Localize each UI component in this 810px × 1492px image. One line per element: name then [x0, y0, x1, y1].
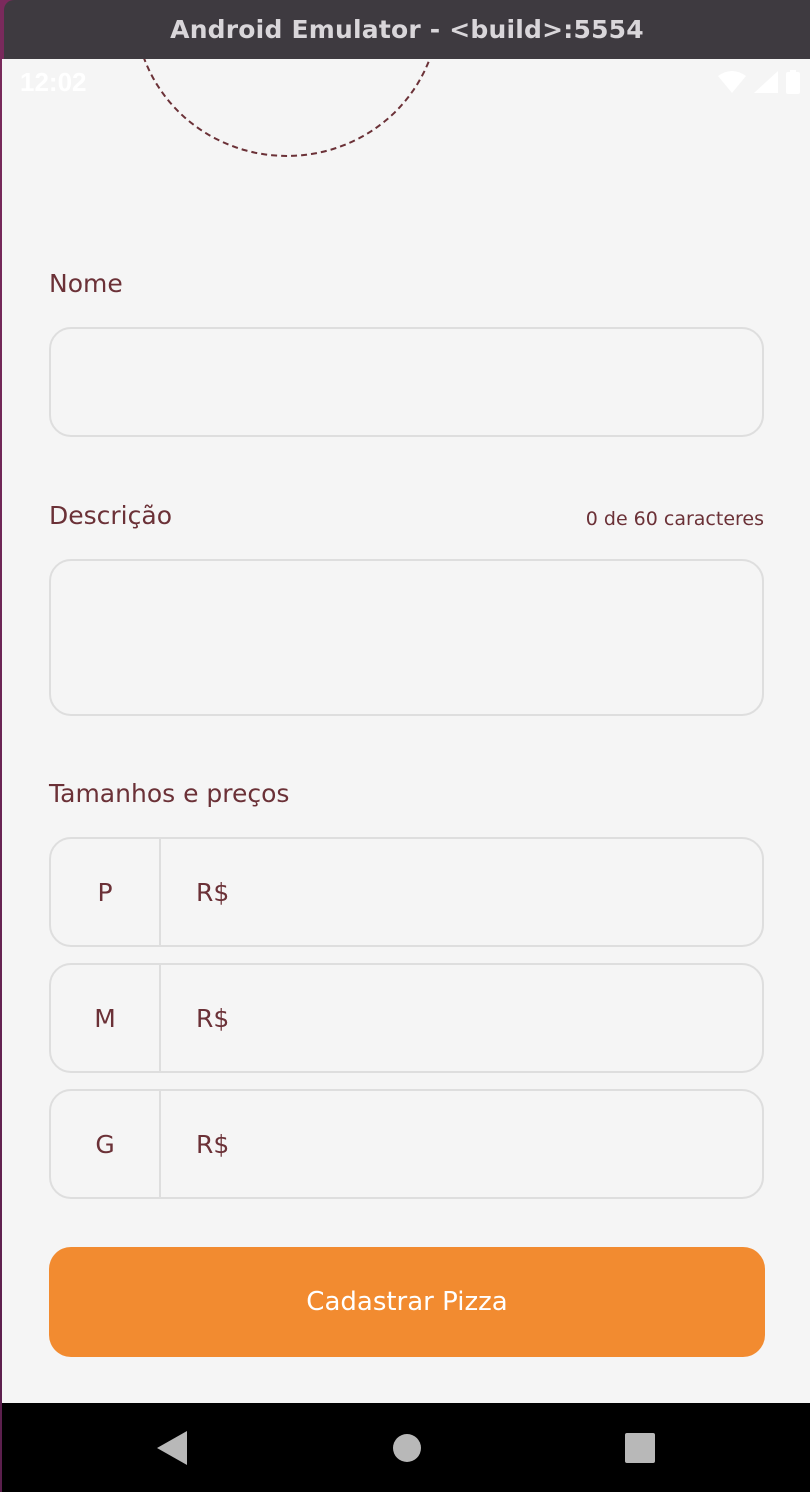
home-icon [393, 1433, 421, 1462]
home-button[interactable] [357, 1403, 457, 1492]
descricao-field[interactable] [49, 559, 764, 716]
window-title: Android Emulator - <build>:5554 [170, 15, 644, 44]
descricao-label: Descrição [49, 501, 172, 530]
back-icon [157, 1430, 187, 1465]
back-button[interactable] [122, 1403, 222, 1492]
signal-icon [754, 71, 778, 93]
size-letter: M [51, 965, 161, 1071]
char-counter: 0 de 60 caracteres [585, 508, 764, 530]
price-input[interactable]: R$ [161, 839, 762, 945]
nome-label: Nome [49, 269, 123, 298]
battery-icon [786, 70, 800, 94]
status-icons [718, 69, 800, 95]
nome-input[interactable] [51, 329, 762, 435]
recents-icon [625, 1432, 655, 1463]
size-row-p[interactable]: P R$ [49, 837, 764, 947]
wifi-icon [718, 71, 746, 93]
android-nav-bar [2, 1403, 810, 1492]
sizes-label: Tamanhos e preços [49, 779, 290, 808]
nome-field[interactable] [49, 327, 764, 437]
price-input[interactable]: R$ [161, 965, 762, 1071]
status-time: 12:02 [20, 67, 87, 97]
app-screen: 12:02 Nome Descrição 0 de 60 caracteres … [2, 59, 810, 1403]
descricao-input[interactable] [51, 561, 762, 714]
size-row-g[interactable]: G R$ [49, 1089, 764, 1199]
size-letter: P [51, 839, 161, 945]
photo-placeholder-circle[interactable] [134, 59, 440, 157]
emulator-titlebar: Android Emulator - <build>:5554 [4, 0, 810, 59]
submit-button[interactable]: Cadastrar Pizza [49, 1247, 765, 1357]
size-row-m[interactable]: M R$ [49, 963, 764, 1073]
price-input[interactable]: R$ [161, 1091, 762, 1197]
size-letter: G [51, 1091, 161, 1197]
recents-button[interactable] [590, 1403, 690, 1492]
